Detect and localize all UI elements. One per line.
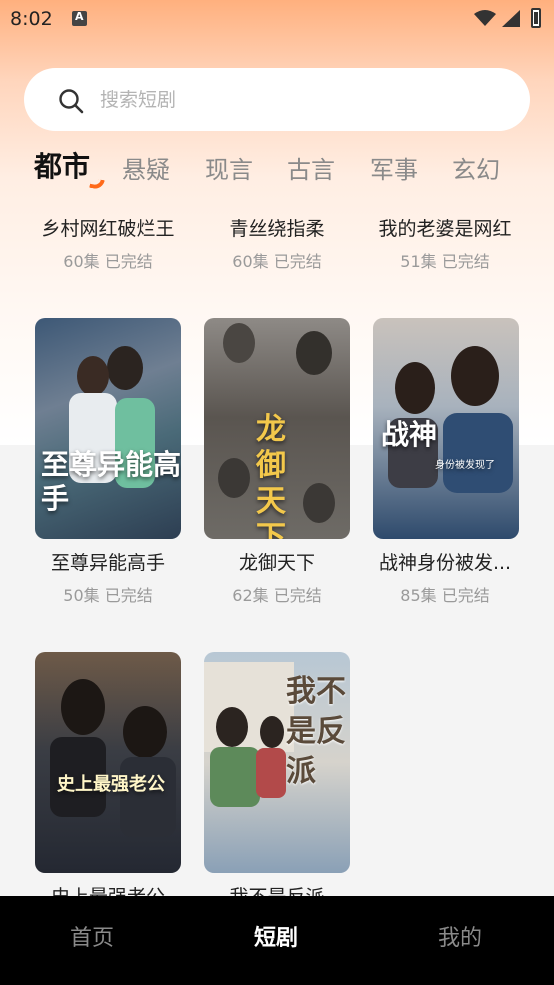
status-time: 8:02 xyxy=(10,8,53,30)
bottom-nav: 首页 短剧 我的 xyxy=(0,896,554,985)
drama-title: 史上最强老公 xyxy=(24,884,192,896)
notification-icon xyxy=(72,10,87,26)
status-bar: 8:02 xyxy=(0,0,554,38)
tab-junshi[interactable]: 军事 xyxy=(370,153,418,187)
nav-home[interactable]: 首页 xyxy=(70,924,114,954)
drama-grid: 乡村网红破烂王 60集 已完结 青丝绕指柔 60集 已完结 我的老婆是网红 51… xyxy=(0,210,554,896)
cover-title: 至尊异能高手 xyxy=(41,448,181,515)
cover-title: 龙御天下 xyxy=(256,412,286,539)
tab-xianyan[interactable]: 现言 xyxy=(205,153,253,187)
drama-cover[interactable]: 战神 身份被发现了 xyxy=(373,318,519,539)
drama-title: 青丝绕指柔 xyxy=(229,218,325,240)
nav-shorts[interactable]: 短剧 xyxy=(254,924,298,954)
drama-episodes: 60集 已完结 xyxy=(63,252,153,271)
cover-title: 史上最强老公 xyxy=(57,774,165,795)
drama-title: 龙御天下 xyxy=(238,552,315,574)
tab-dushi[interactable]: 都市 xyxy=(34,150,90,184)
drama-cover[interactable]: 至尊异能高手 xyxy=(35,318,181,539)
drama-episodes: 50集 已完结 xyxy=(63,586,153,605)
drama-cover[interactable]: 史上最强老公 xyxy=(35,652,181,873)
tab-guyan[interactable]: 古言 xyxy=(287,153,335,187)
wifi-icon xyxy=(474,10,496,26)
drama-title: 至尊异能高手 xyxy=(50,552,165,574)
cover-subtitle: 身份被发现了 xyxy=(435,460,495,471)
drama-episodes: 60集 已完结 xyxy=(232,252,322,271)
nav-me[interactable]: 我的 xyxy=(438,924,482,954)
signal-icon xyxy=(502,10,520,27)
drama-title: 我的老婆是网红 xyxy=(378,218,512,240)
tab-xuanyi[interactable]: 悬疑 xyxy=(122,153,170,187)
drama-episodes: 51集 已完结 xyxy=(400,252,490,271)
cover-title: 战神 xyxy=(381,418,438,451)
drama-title: 战神身份被发... xyxy=(378,552,512,574)
drama-cover[interactable]: 我不是反派 xyxy=(204,652,350,873)
cover-title: 我不是反派 xyxy=(286,674,346,789)
drama-title: 我不是反派 xyxy=(193,884,361,896)
tab-xuanhuan[interactable]: 玄幻 xyxy=(452,153,500,187)
category-tabs: 都市 悬疑 现言 古言 军事 玄幻 xyxy=(0,150,554,194)
cover-art xyxy=(50,679,176,837)
drama-title: 乡村网红破烂王 xyxy=(41,218,175,240)
drama-cover[interactable]: 龙御天下 xyxy=(204,318,350,539)
battery-icon xyxy=(531,8,541,28)
drama-episodes: 62集 已完结 xyxy=(232,586,322,605)
search-placeholder[interactable]: 搜索短剧 xyxy=(100,88,176,112)
drama-episodes: 85集 已完结 xyxy=(400,586,490,605)
search-icon[interactable] xyxy=(58,88,84,114)
